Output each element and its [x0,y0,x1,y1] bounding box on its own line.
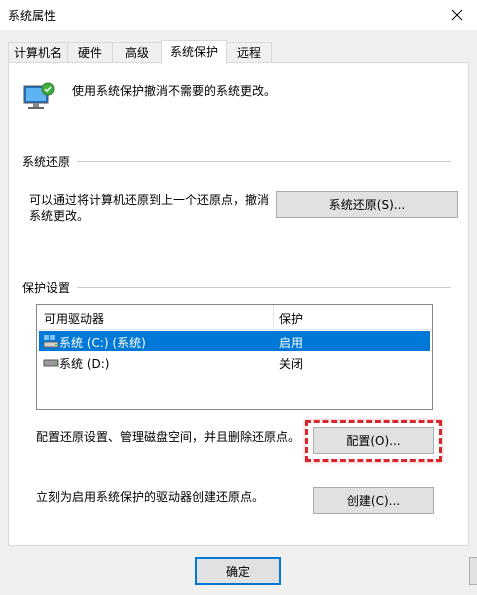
ok-button[interactable]: 确定 [195,557,281,585]
configure-description: 配置还原设置、管理磁盘空间，并且删除还原点。 [36,430,301,444]
tab-computer-name[interactable]: 计算机名 [8,42,68,63]
tab-advanced[interactable]: 高级 [112,42,162,63]
restore-description-line2: 系统更改。 [29,209,90,223]
column-separator[interactable] [273,305,274,329]
drive-row-c[interactable]: 系统 (C:) (系统) 启用 [39,331,430,351]
drive-row-d[interactable]: 系统 (D:) 关闭 [39,352,430,372]
tab-system-protection[interactable]: 系统保护 [161,40,227,64]
tab-hardware[interactable]: 硬件 [67,42,113,63]
create-button[interactable]: 创建(C)... [313,487,434,514]
window-title: 系统属性 [8,9,57,23]
cancel-button-partial[interactable] [469,557,477,585]
restore-section-title: 系统还原 [22,155,71,169]
system-drive-icon [43,335,59,348]
drive-protection-status: 关闭 [279,357,304,371]
title-bar: 系统属性 [0,0,477,30]
column-header-protection[interactable]: 保护 [279,310,303,327]
restore-divider [77,161,451,162]
drive-protection-status: 启用 [279,336,304,350]
hard-drive-icon [43,359,59,367]
restore-description-line1: 可以通过将计算机还原到上一个还原点，撤消 [29,193,270,207]
tab-remote[interactable]: 远程 [226,42,272,63]
protection-divider [77,287,451,288]
system-restore-button[interactable]: 系统还原(S)... [276,191,458,218]
create-description: 立刻为启用系统保护的驱动器创建还原点。 [36,490,265,504]
protection-section-title: 保护设置 [22,281,71,295]
drive-list[interactable]: 可用驱动器 保护 系统 (C:) (系统) 启用 系统 (D:) 关闭 [36,304,433,410]
drive-name: 系统 (D:) [59,357,110,371]
drive-list-header: 可用驱动器 保护 [37,305,432,330]
close-button[interactable] [437,0,477,30]
configure-highlight-frame [305,420,442,462]
header-description: 使用系统保护撤消不需要的系统更改。 [72,84,277,98]
drive-name: 系统 (C:) (系统) [59,336,146,350]
system-protection-icon [23,82,55,109]
close-icon [451,9,463,21]
column-header-drives[interactable]: 可用驱动器 [44,310,104,327]
